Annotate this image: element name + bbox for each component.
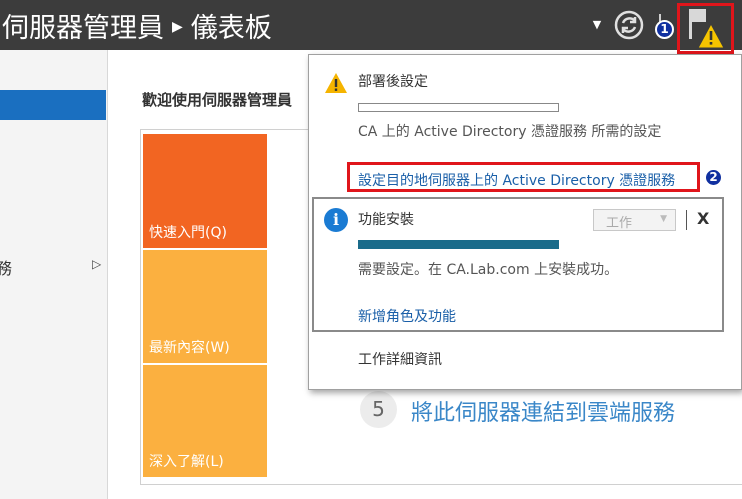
task-details-link[interactable]: 工作詳細資訊 xyxy=(358,349,442,369)
step-number: 5 xyxy=(360,391,397,428)
sidebar-item-label: 務 xyxy=(0,259,13,278)
task-dropdown[interactable]: 工作 ▼ xyxy=(593,209,676,231)
tile-learn-more[interactable]: 深入了解(L) xyxy=(143,365,267,477)
progress-bar xyxy=(358,103,559,112)
sidebar: 務 ▷ xyxy=(0,50,108,499)
notification-description: CA 上的 Active Directory 憑證服務 所需的設定 xyxy=(358,124,662,140)
divider xyxy=(686,210,687,230)
tile-label: 深入了解(L) xyxy=(149,454,224,470)
breadcrumb: 伺服器管理員 ▶ 儀表板 xyxy=(2,6,272,45)
info-icon: i xyxy=(324,208,348,232)
breadcrumb-page[interactable]: 儀表板 xyxy=(191,13,272,44)
tile-quick-start[interactable]: 快速入門(Q) xyxy=(143,134,267,248)
sidebar-item-services[interactable]: 務 ▷ xyxy=(0,255,106,279)
tile-label: 快速入門(Q) xyxy=(149,225,227,241)
notification-flag-button[interactable] xyxy=(677,3,734,54)
breadcrumb-app[interactable]: 伺服器管理員 xyxy=(2,13,164,44)
configure-adcs-link[interactable]: 設定目的地伺服器上的 Active Directory 憑證服務 xyxy=(358,170,675,190)
task-dropdown-value: 工作 xyxy=(606,216,633,231)
chevron-down-icon: ▼ xyxy=(660,214,667,224)
connect-cloud-link[interactable]: 將此伺服器連結到雲端服務 xyxy=(411,395,675,427)
add-roles-features-link[interactable]: 新增角色及功能 xyxy=(358,306,456,326)
breadcrumb-separator-icon: ▶ xyxy=(172,18,183,35)
chevron-right-icon: ▷ xyxy=(92,257,102,271)
callout-badge-1: 1 xyxy=(655,20,674,39)
refresh-icon[interactable] xyxy=(613,9,645,41)
notification-description: 需要設定。在 CA.Lab.com 上安裝成功。 xyxy=(358,262,619,278)
warning-icon xyxy=(325,73,347,93)
welcome-heading: 歡迎使用伺服器管理員 xyxy=(142,91,293,109)
tile-label: 最新內容(W) xyxy=(149,340,230,356)
notification-title: 功能安裝 xyxy=(358,212,414,228)
notification-title: 部署後設定 xyxy=(358,74,428,90)
sidebar-item-selected[interactable] xyxy=(0,90,106,120)
tile-whats-new[interactable]: 最新內容(W) xyxy=(143,250,267,363)
callout-badge-2: 2 xyxy=(704,168,723,187)
progress-bar xyxy=(358,240,559,249)
notification-flag-icon xyxy=(689,9,725,49)
chevron-down-icon[interactable]: ▼ xyxy=(590,18,604,32)
close-button[interactable]: X xyxy=(697,209,709,228)
header-bar: 伺服器管理員 ▶ 儀表板 ▼ xyxy=(0,0,742,54)
